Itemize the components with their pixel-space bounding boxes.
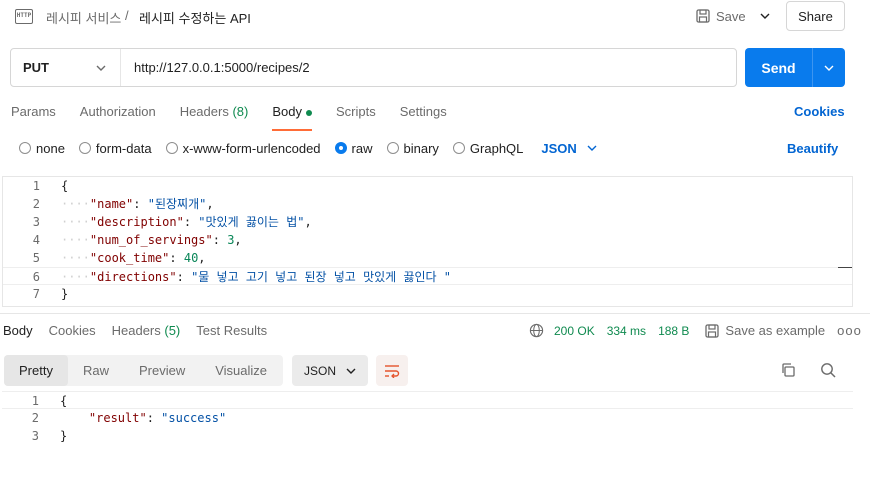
- response-headers-count: (5): [164, 323, 181, 338]
- code-line: 1{: [2, 391, 853, 409]
- copy-icon[interactable]: [780, 362, 796, 378]
- body-format-select[interactable]: JSON: [541, 140, 597, 156]
- chevron-down-icon: [824, 65, 834, 71]
- radio-circle: [386, 142, 399, 154]
- tab-body[interactable]: Body: [272, 103, 312, 131]
- body-format-label: JSON: [541, 140, 577, 156]
- radio-circle: [78, 142, 91, 154]
- status-code[interactable]: 200 OK: [554, 324, 595, 338]
- radio-raw[interactable]: raw: [334, 141, 373, 156]
- share-button[interactable]: Share: [786, 1, 845, 31]
- search-icon[interactable]: [820, 362, 836, 378]
- response-tabs: Body Cookies Headers (5) Test Results: [3, 323, 283, 338]
- code-line: 3 ····"description": "맛있게 끓이는 법",: [32, 215, 312, 229]
- breadcrumb-separator: /: [125, 8, 129, 23]
- radio-circle: [452, 142, 465, 154]
- view-tab-preview[interactable]: Preview: [124, 355, 200, 386]
- method-select[interactable]: PUT: [11, 49, 121, 86]
- headers-count: (8): [232, 104, 249, 119]
- request-title[interactable]: 레시피 수정하는 API: [139, 8, 251, 27]
- http-icon: HTTP: [15, 9, 33, 24]
- save-button[interactable]: Save: [696, 5, 746, 27]
- radio-binary[interactable]: binary: [386, 141, 439, 156]
- globe-icon[interactable]: [529, 323, 544, 338]
- request-bar: PUT http://127.0.0.1:5000/recipes/2: [10, 48, 737, 87]
- chevron-down-icon: [587, 145, 597, 151]
- response-body-viewer[interactable]: 1{ 2 "result": "success" 3}: [2, 391, 853, 451]
- chevron-down-icon: [346, 368, 356, 374]
- response-status: 200 OK 334 ms 188 B Save as example ooo: [529, 323, 862, 338]
- wrap-lines-button[interactable]: [376, 355, 408, 386]
- code-line: 3}: [31, 429, 68, 443]
- scroll-position-marker: [838, 267, 852, 268]
- pane-divider[interactable]: [0, 313, 870, 314]
- code-line: 7}: [32, 287, 69, 301]
- radio-x-www-form-urlencoded[interactable]: x-www-form-urlencoded: [165, 141, 321, 156]
- save-options-button[interactable]: [754, 5, 776, 27]
- view-tab-raw[interactable]: Raw: [68, 355, 124, 386]
- save-icon: [696, 9, 710, 23]
- cookies-link[interactable]: Cookies: [794, 104, 845, 119]
- tab-scripts[interactable]: Scripts: [336, 103, 376, 125]
- code-line-current: 6 ····"directions": "물 넣고 고기 넣고 된장 넣고 맛있게…: [3, 267, 852, 285]
- code-line: 1{: [32, 179, 69, 193]
- radio-circle: [19, 142, 31, 154]
- view-tab-pretty[interactable]: Pretty: [4, 355, 68, 386]
- code-line: 5 ····"cook_time": 40,: [32, 251, 206, 265]
- response-view-tabs: Pretty Raw Preview Visualize: [4, 355, 283, 386]
- send-options-button[interactable]: [813, 48, 845, 87]
- method-label: PUT: [23, 60, 49, 75]
- view-tab-visualize[interactable]: Visualize: [200, 355, 282, 386]
- code-line: 2 ····"name": "된장찌개",: [32, 197, 214, 211]
- tab-response-headers[interactable]: Headers (5): [112, 323, 181, 338]
- tab-params[interactable]: Params: [11, 103, 56, 125]
- beautify-link[interactable]: Beautify: [787, 141, 838, 156]
- tab-response-cookies[interactable]: Cookies: [49, 323, 96, 338]
- chevron-down-icon: [96, 65, 106, 71]
- save-example-icon: [705, 323, 720, 338]
- response-time[interactable]: 334 ms: [607, 324, 646, 338]
- code-line: 2 "result": "success": [31, 411, 227, 425]
- send-button-group: Send: [745, 48, 845, 87]
- tab-settings[interactable]: Settings: [400, 103, 447, 125]
- breadcrumb-collection[interactable]: 레시피 서비스: [46, 8, 121, 27]
- radio-graphql[interactable]: GraphQL: [452, 141, 523, 156]
- tab-test-results[interactable]: Test Results: [196, 323, 267, 338]
- response-size[interactable]: 188 B: [658, 324, 689, 338]
- chevron-down-icon: [760, 13, 770, 19]
- radio-circle-selected: [334, 142, 347, 154]
- code-line: 4 ····"num_of_servings": 3,: [32, 233, 242, 247]
- tab-response-body[interactable]: Body: [3, 323, 33, 338]
- radio-circle: [165, 142, 178, 154]
- tab-authorization[interactable]: Authorization: [80, 103, 156, 125]
- top-bar: HTTP 레시피 서비스 / 레시피 수정하는 API Save Share: [0, 0, 870, 34]
- save-as-example-button[interactable]: Save as example: [705, 323, 825, 338]
- save-label: Save: [716, 8, 746, 24]
- radio-form-data[interactable]: form-data: [78, 141, 152, 156]
- tab-headers[interactable]: Headers (8): [180, 103, 249, 125]
- request-tabs: Params Authorization Headers (8) Body Sc…: [11, 103, 471, 131]
- send-button[interactable]: Send: [745, 48, 813, 87]
- wrap-icon: [385, 364, 400, 378]
- body-type-options: none form-data x-www-form-urlencoded raw…: [19, 140, 597, 156]
- response-format-select[interactable]: JSON: [292, 355, 368, 386]
- radio-none[interactable]: none: [19, 141, 65, 156]
- url-input[interactable]: http://127.0.0.1:5000/recipes/2: [121, 49, 736, 86]
- request-body-editor[interactable]: 1{ 2 ····"name": "된장찌개", 3 ····"descriptio…: [2, 176, 853, 307]
- body-indicator-dot: [305, 109, 312, 116]
- more-options-icon[interactable]: ooo: [837, 323, 862, 338]
